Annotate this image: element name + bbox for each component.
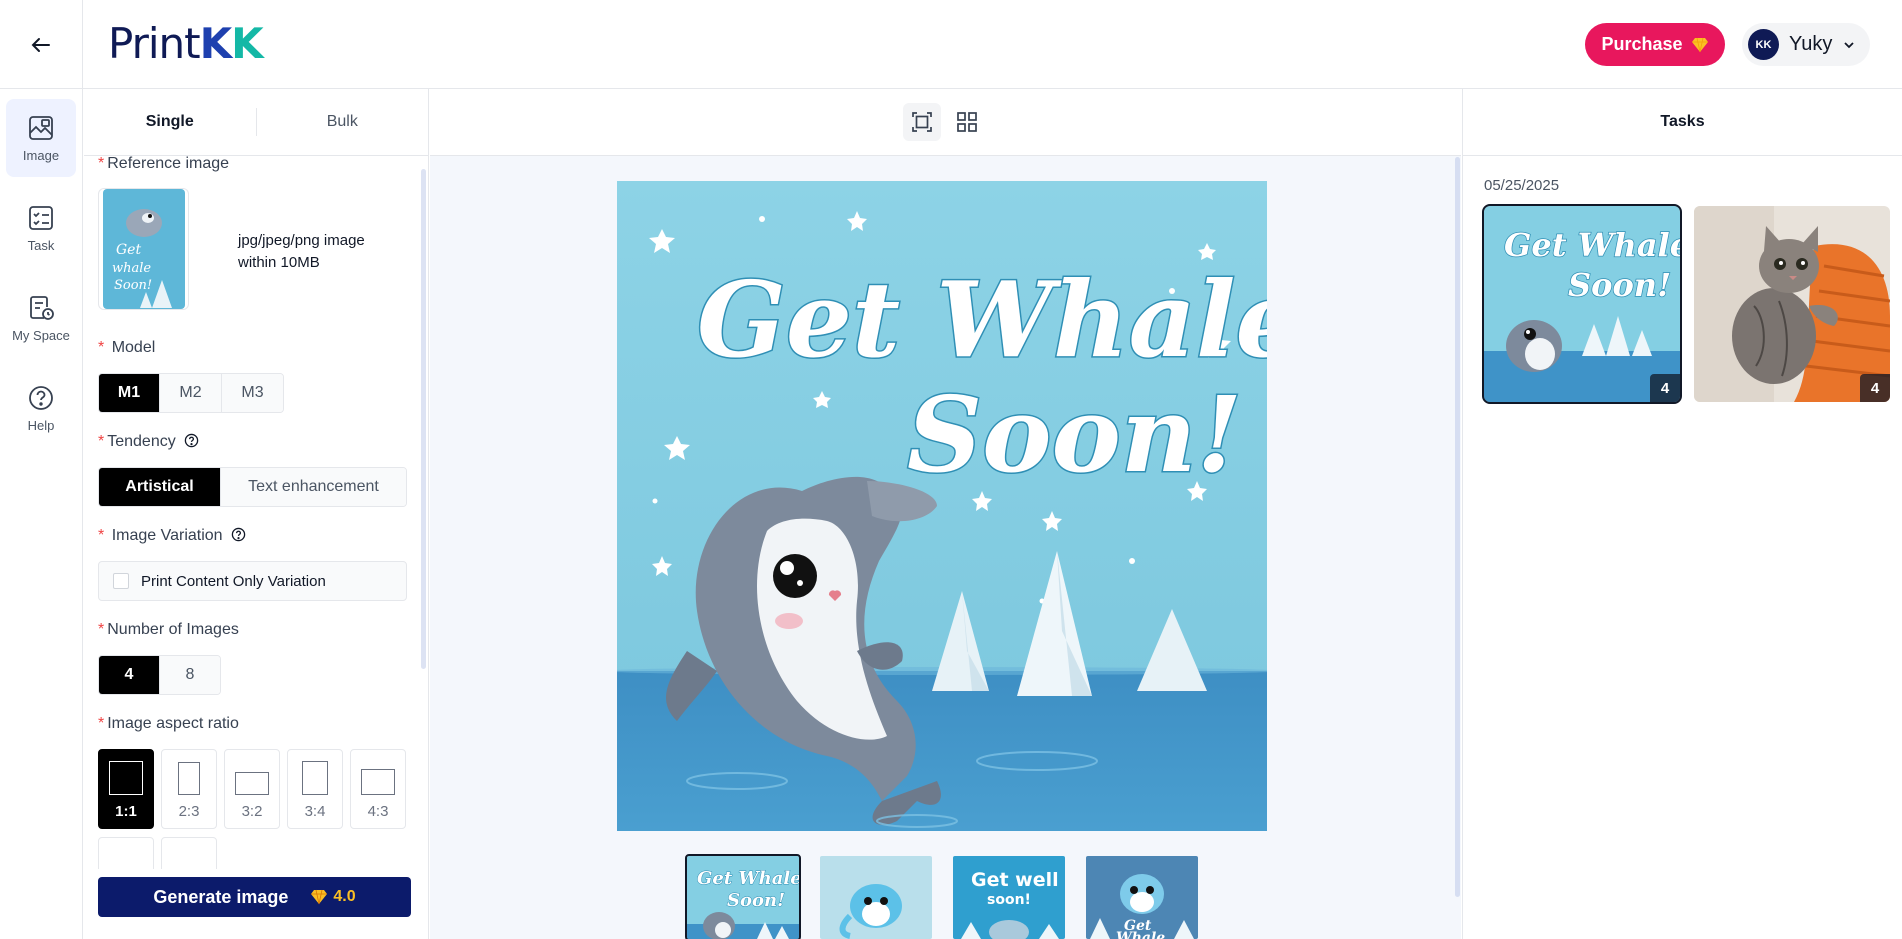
tendency-option-artistical[interactable]: Artistical [99, 468, 221, 506]
chevron-down-icon [1844, 41, 1854, 48]
model-selector: M1 M2 M3 [98, 373, 284, 413]
tendency-label: * Tendency [98, 433, 199, 451]
tab-single[interactable]: Single [84, 113, 256, 131]
avatar: KK [1748, 29, 1779, 60]
diamond-icon [311, 889, 328, 905]
image-icon [29, 115, 53, 140]
fit-frame-icon [912, 112, 932, 132]
rail-item-task[interactable]: Task [6, 189, 76, 267]
svg-text:Get well: Get well [971, 869, 1059, 891]
tasks-panel: Tasks 05/25/2025 Get Whale Soon! 4 4 [1462, 89, 1902, 939]
generate-footer: Generate image 4.0 [84, 869, 428, 939]
tab-bulk[interactable]: Bulk [257, 113, 429, 131]
grid-view-button[interactable] [948, 103, 986, 141]
number-of-images-label: * Number of Images [98, 621, 239, 638]
svg-text:Get Whale: Get Whale [1504, 226, 1680, 264]
reference-image-preview: Get whale Soon! [101, 189, 186, 309]
generated-image-main[interactable]: Get Whale Soon! [617, 181, 1267, 831]
tendency-option-text-enhancement[interactable]: Text enhancement [221, 468, 406, 506]
tasks-title: Tasks [1463, 89, 1902, 156]
reference-image-hint: jpg/jpeg/png image within 10MB [238, 232, 365, 271]
rail-label: Task [27, 237, 55, 253]
purchase-label: Purchase [1601, 34, 1683, 54]
document-clock-icon [30, 295, 54, 320]
mode-tabs: Single Bulk [84, 89, 428, 156]
ratio-option-3-2[interactable]: 3:2 [224, 749, 280, 829]
arrow-left-icon [31, 37, 50, 52]
model-option-m3[interactable]: M3 [222, 374, 283, 412]
canvas-toolbar [430, 89, 1461, 156]
back-button[interactable] [0, 0, 83, 89]
svg-text:Whale: Whale [1116, 930, 1165, 939]
svg-text:Soon!: Soon! [727, 890, 785, 911]
reference-image-thumbnail[interactable]: Get whale Soon! [98, 188, 189, 310]
rail-item-image[interactable]: Image [6, 99, 76, 177]
svg-text:whale: whale [112, 261, 151, 276]
svg-text:Get: Get [116, 242, 141, 258]
image-count-selector: 4 8 [98, 655, 221, 695]
generate-cost: 4.0 [310, 888, 356, 906]
task-count-badge: 4 [1650, 374, 1680, 402]
count-option-4[interactable]: 4 [99, 656, 160, 694]
variation-checkbox[interactable] [113, 573, 129, 589]
task-date: 05/25/2025 [1484, 177, 1560, 194]
rail-label: Image [22, 147, 60, 163]
ratio-option-1-1[interactable]: 1:1 [98, 749, 154, 829]
checklist-icon [29, 205, 53, 230]
canvas-scrollbar[interactable] [1455, 157, 1460, 897]
count-option-8[interactable]: 8 [160, 656, 220, 694]
generate-image-button[interactable]: Generate image 4.0 [98, 877, 411, 917]
task-card-kitten[interactable]: 4 [1694, 206, 1890, 402]
model-option-m1[interactable]: M1 [99, 374, 160, 412]
svg-text:soon!: soon! [987, 892, 1031, 908]
diamond-icon [1691, 37, 1708, 52]
printkk-logo[interactable]: PrintKK [108, 22, 264, 66]
svg-text:Soon!: Soon! [1568, 266, 1671, 304]
variant-thumbnail-1[interactable]: Get Whale Soon! [685, 854, 801, 939]
variation-option-label: Print Content Only Variation [141, 572, 326, 590]
top-bar: PrintKK Purchase KK Yuky [0, 0, 1902, 89]
question-icon [29, 385, 53, 410]
generate-label: Generate image [153, 886, 289, 907]
variant-thumbnail-4[interactable]: Get Whale [1086, 856, 1198, 939]
svg-text:Soon!: Soon! [114, 278, 152, 293]
user-name: Yuky [1789, 33, 1833, 55]
variant-thumbnail-2[interactable] [820, 856, 932, 939]
print-content-only-variation-option[interactable]: Print Content Only Variation [98, 561, 407, 601]
svg-text:Soon!: Soon! [907, 373, 1242, 496]
task-count-badge: 4 [1860, 374, 1890, 402]
panel-scrollbar[interactable] [421, 169, 426, 669]
model-option-m2[interactable]: M2 [160, 374, 222, 412]
user-menu[interactable]: KK Yuky [1742, 23, 1870, 66]
aspect-ratio-label: * Image aspect ratio [98, 715, 239, 732]
rail-item-my-space[interactable]: My Space [6, 279, 76, 357]
reference-image-label: * Reference image [98, 155, 230, 172]
tendency-selector: Artistical Text enhancement [98, 467, 407, 507]
ratio-option-4-3[interactable]: 4:3 [350, 749, 406, 829]
rail-item-help[interactable]: Help [6, 369, 76, 447]
task-card-whale[interactable]: Get Whale Soon! 4 [1482, 204, 1682, 404]
help-circle-icon[interactable] [184, 433, 199, 448]
preview-canvas: Get Whale Soon! Get Whale Soon! Get well… [430, 89, 1461, 939]
svg-text:Get Whale: Get Whale [697, 868, 799, 889]
single-view-button[interactable] [903, 103, 941, 141]
variant-thumbnail-3[interactable]: Get well soon! [953, 856, 1065, 939]
ratio-option-2-3[interactable]: 2:3 [161, 749, 217, 829]
left-rail: Image Task My Space Help [0, 89, 83, 939]
settings-panel: Single Bulk * Reference image Get whale S… [84, 89, 429, 939]
rail-label: Help [27, 417, 55, 433]
purchase-button[interactable]: Purchase [1585, 23, 1725, 66]
svg-text:Get Whale: Get Whale [697, 258, 1267, 381]
image-variation-label: * Image Variation [98, 527, 246, 545]
ratio-option-3-4[interactable]: 3:4 [287, 749, 343, 829]
rail-label: My Space [12, 327, 70, 343]
model-label: * Model [98, 339, 156, 356]
help-circle-icon[interactable] [231, 527, 246, 542]
grid-icon [957, 112, 977, 132]
